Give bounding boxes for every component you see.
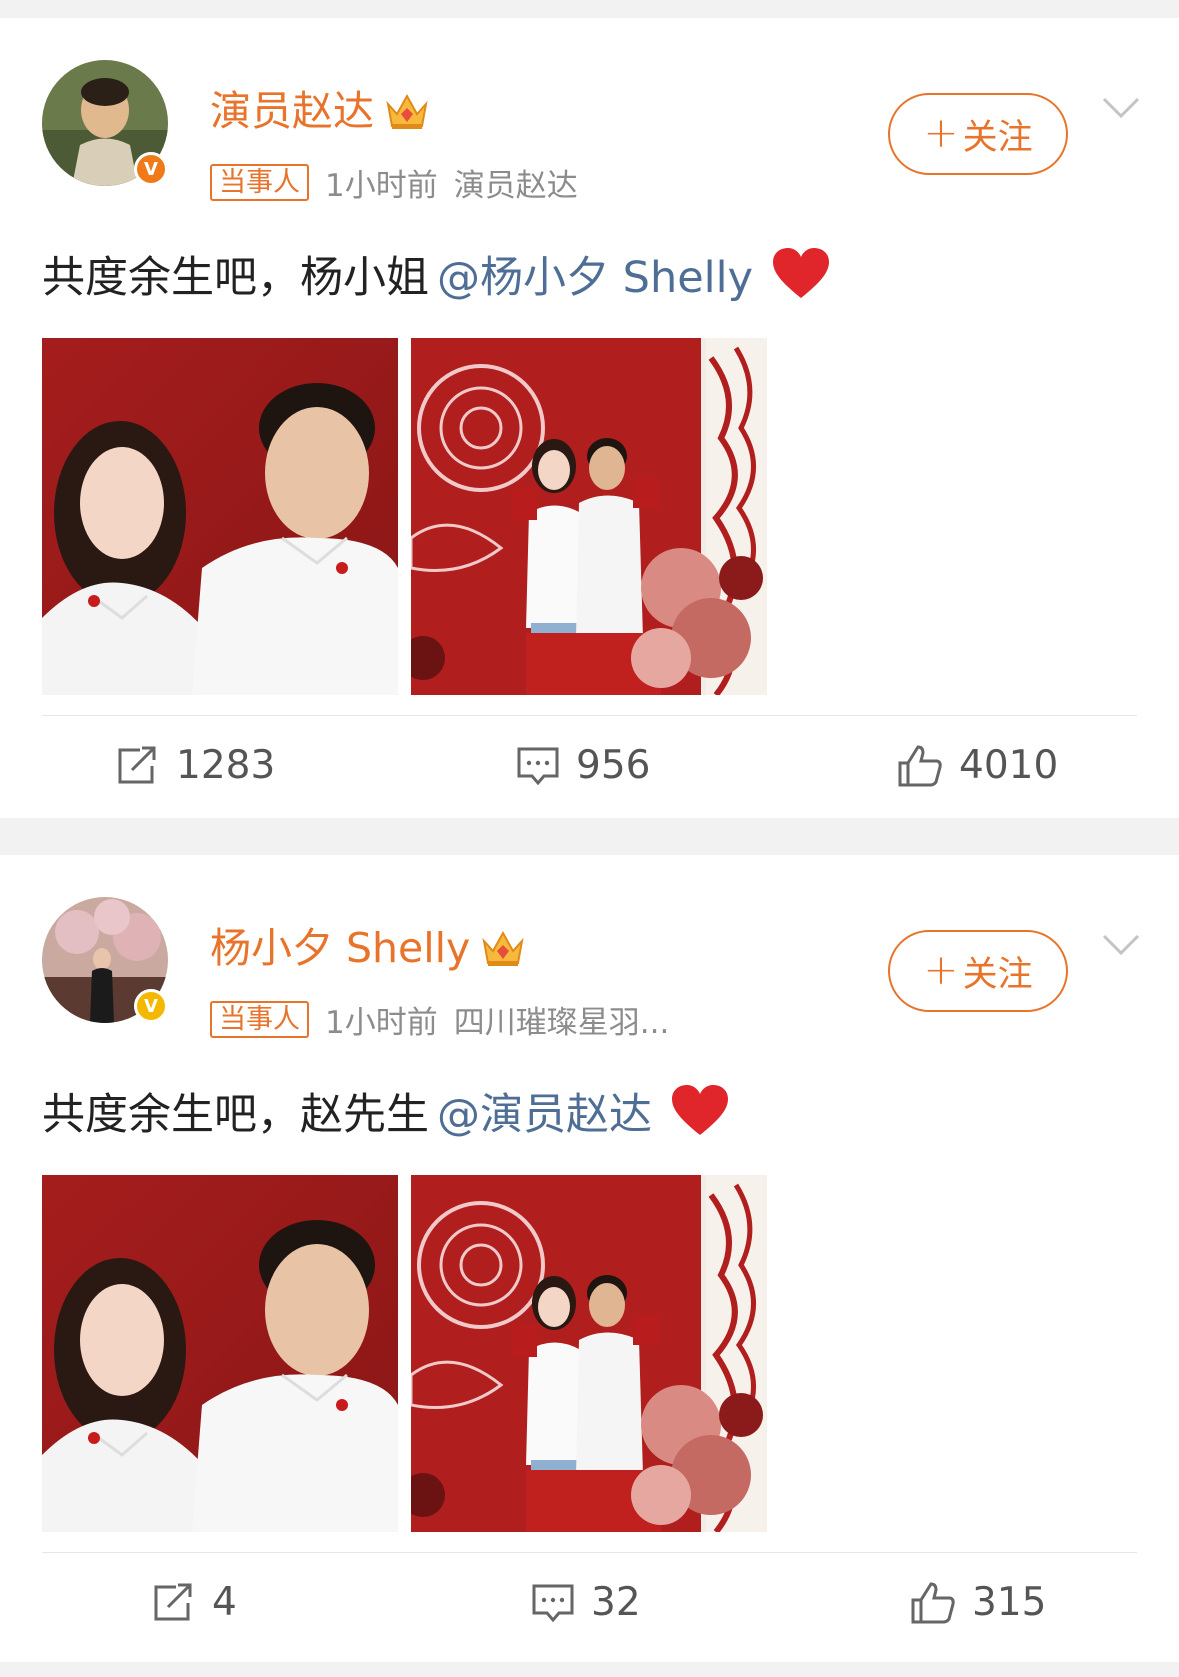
mention-link[interactable]: @演员赵达 [437, 1080, 652, 1142]
post-text: 共度余生吧，赵先生 @演员赵达 [42, 1080, 730, 1142]
divider [42, 715, 1137, 716]
post-photo[interactable] [42, 338, 398, 695]
heart-icon [773, 248, 830, 298]
post-time: 1小时前 [325, 168, 438, 204]
post-time: 1小时前 [325, 1005, 438, 1041]
like-icon [898, 744, 942, 786]
username-text: 演员赵达 [210, 86, 374, 135]
crown-icon [386, 93, 428, 129]
repost-icon [118, 746, 156, 783]
status-badge: 当事人 [210, 1000, 309, 1039]
avatar[interactable]: V [42, 60, 168, 186]
post-text-body: 共度余生吧，赵先生 [42, 1090, 429, 1140]
comment-icon [517, 747, 559, 785]
post-photo[interactable] [42, 1175, 398, 1532]
mention-link[interactable]: @杨小夕 Shelly [437, 243, 753, 305]
username[interactable]: 杨小夕 Shelly [210, 927, 526, 969]
crown-icon [482, 930, 524, 966]
comment-button[interactable]: 32 [531, 1580, 641, 1625]
heart-icon [672, 1085, 728, 1135]
post-text-body: 共度余生吧，杨小姐 [42, 253, 429, 303]
like-count: 315 [972, 1580, 1047, 1625]
comment-count: 32 [591, 1580, 641, 1625]
plus-icon: + [923, 107, 959, 157]
comment-button[interactable]: 956 [516, 743, 650, 788]
post-meta: 当事人 1小时前 四川璀璨星羽... [210, 997, 669, 1042]
divider [42, 1552, 1137, 1553]
post-source: 四川璀璨星羽... [453, 1005, 670, 1041]
username-text: 杨小夕 Shelly [210, 923, 471, 972]
post-photo[interactable] [411, 1175, 767, 1532]
repost-button[interactable]: 4 [152, 1580, 237, 1625]
like-count: 4010 [959, 743, 1059, 788]
comment-icon [532, 1584, 574, 1622]
follow-label: 关注 [962, 954, 1033, 995]
post-source: 演员赵达 [453, 168, 578, 204]
repost-icon [154, 1583, 192, 1620]
follow-label: 关注 [962, 117, 1033, 158]
repost-count: 4 [212, 1580, 237, 1625]
like-button[interactable]: 4010 [897, 743, 1058, 788]
follow-button[interactable]: + 关注 [888, 930, 1068, 1012]
post-card: V 演员赵达 当事人 1小时前 演员赵达 + 关注 共度余生吧，杨小姐 @杨小夕… [0, 18, 1179, 818]
post-text: 共度余生吧，杨小姐 @杨小夕 Shelly [42, 243, 831, 305]
comment-count: 956 [576, 743, 651, 788]
post-photo[interactable] [411, 338, 767, 695]
verified-icon: V [134, 152, 168, 186]
chevron-down-icon[interactable] [1102, 933, 1140, 957]
verified-icon: V [134, 989, 168, 1023]
repost-count: 1283 [176, 743, 276, 788]
post-card: V 杨小夕 Shelly 当事人 1小时前 四川璀璨星羽... + 关注 共度余… [0, 855, 1179, 1662]
repost-button[interactable]: 1283 [116, 743, 275, 788]
follow-button[interactable]: + 关注 [888, 93, 1068, 175]
plus-icon: + [923, 944, 959, 994]
chevron-down-icon[interactable] [1102, 96, 1140, 120]
username[interactable]: 演员赵达 [210, 90, 430, 132]
avatar[interactable]: V [42, 897, 168, 1023]
like-icon [911, 1581, 955, 1623]
status-badge: 当事人 [210, 163, 309, 202]
post-meta: 当事人 1小时前 演员赵达 [210, 160, 578, 205]
like-button[interactable]: 315 [910, 1580, 1046, 1625]
